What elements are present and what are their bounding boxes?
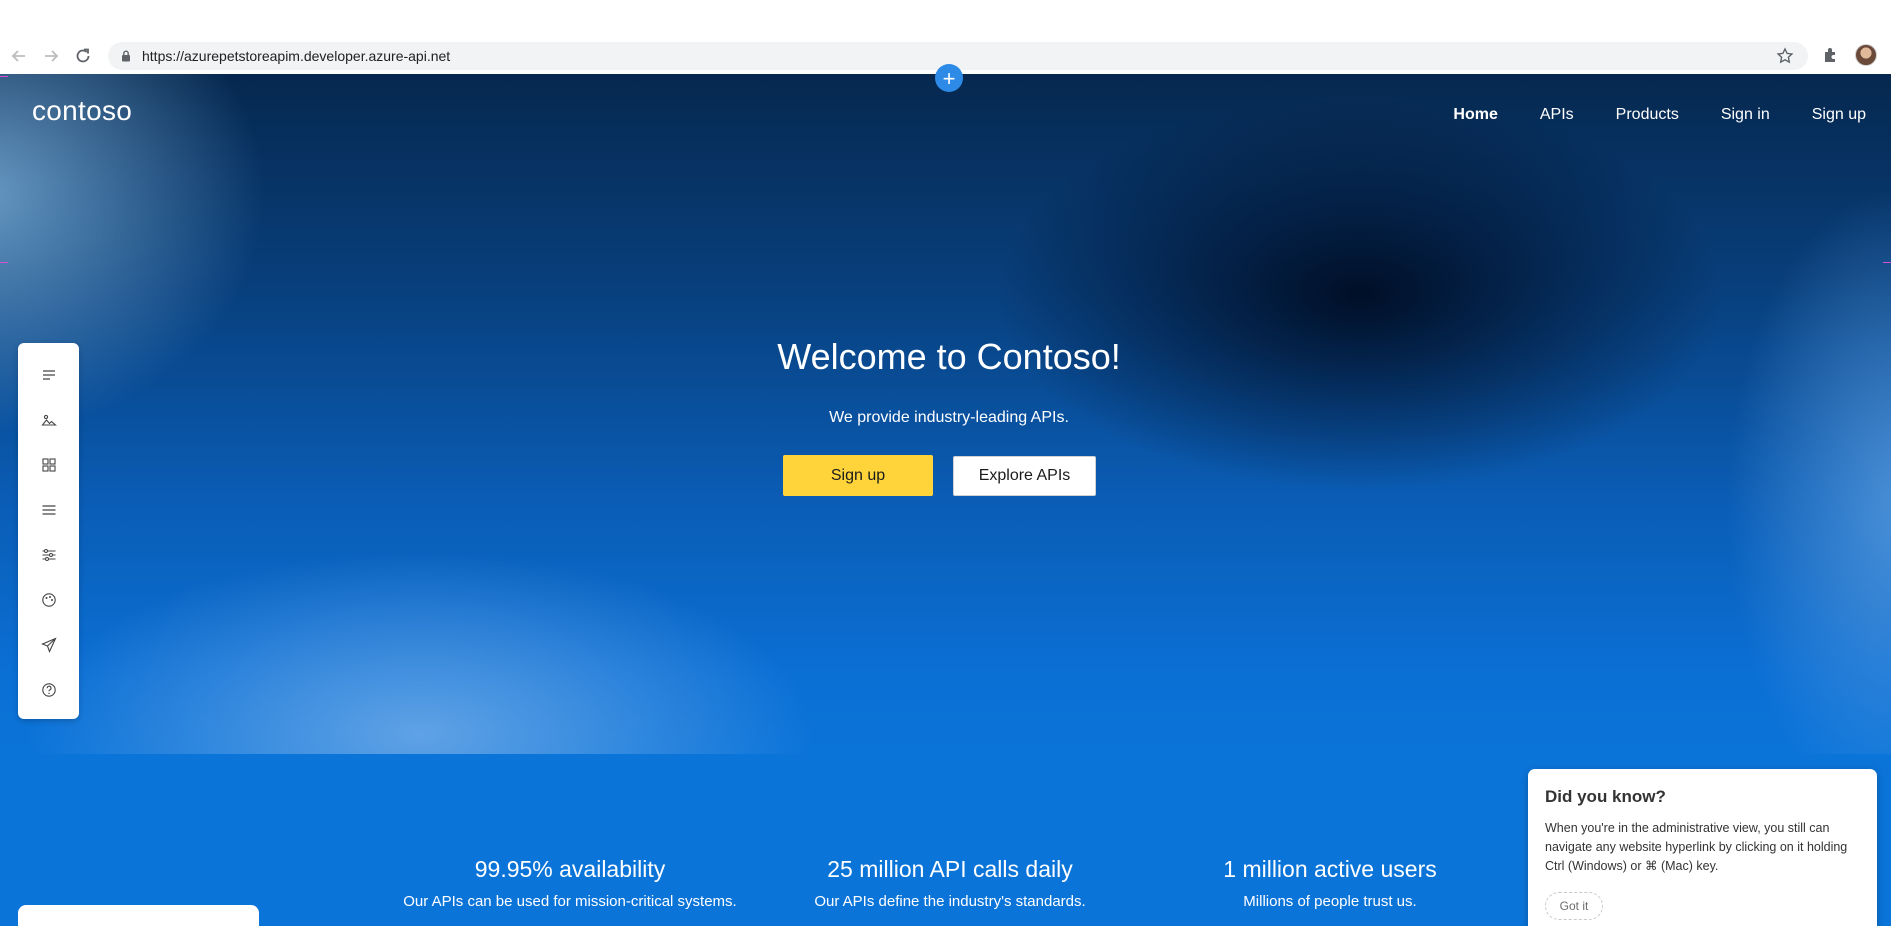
avatar[interactable]	[1855, 44, 1877, 66]
stat-api-calls: 25 million API calls daily Our APIs defi…	[740, 856, 1160, 910]
navigation-button[interactable]	[18, 490, 79, 530]
settings-icon	[42, 549, 55, 561]
stat-active-users: 1 million active users Millions of peopl…	[1120, 856, 1540, 910]
media-button[interactable]	[18, 400, 79, 440]
editor-toolbar	[18, 343, 79, 719]
stat-description: Millions of people trust us.	[1243, 893, 1417, 910]
help-button[interactable]	[18, 670, 79, 710]
section-boundary-marker	[0, 262, 8, 263]
reload-button[interactable]	[73, 46, 93, 66]
url-text[interactable]: https://azurepetstoreapim.developer.azur…	[142, 48, 450, 64]
publish-button[interactable]	[18, 625, 79, 665]
main-nav: Home APIs Products Sign in Sign up	[1411, 106, 1866, 124]
section-boundary-marker	[1883, 262, 1891, 263]
got-it-button[interactable]: Got it	[1545, 892, 1603, 920]
arrow-left-icon	[11, 50, 25, 62]
tip-body: When you're in the administrative view, …	[1545, 821, 1848, 873]
arrow-right-icon	[45, 50, 59, 62]
sign-up-button[interactable]: Sign up	[783, 455, 933, 496]
extensions-icon[interactable]	[1822, 46, 1840, 64]
lock-icon	[122, 50, 130, 62]
did-you-know-card: Did you know? When you're in the adminis…	[1528, 769, 1877, 926]
settings-button[interactable]	[18, 535, 79, 575]
site-logo[interactable]: contoso	[32, 95, 132, 127]
hero-title: Welcome to Contoso!	[777, 336, 1121, 377]
nav-link-sign-in[interactable]: Sign in	[1679, 106, 1770, 124]
stat-title: 1 million active users	[1223, 856, 1437, 882]
hero-subtitle: We provide industry-leading APIs.	[829, 409, 1069, 426]
layouts-button[interactable]	[18, 445, 79, 485]
back-button[interactable]	[9, 46, 29, 66]
plus-icon: +	[942, 66, 956, 91]
styles-button[interactable]	[18, 580, 79, 620]
section-boundary-marker	[0, 76, 8, 77]
nav-link-home[interactable]: Home	[1411, 106, 1497, 124]
publish-icon	[40, 637, 57, 653]
nav-link-products[interactable]: Products	[1574, 106, 1679, 124]
browser-toolbar: https://azurepetstoreapim.developer.azur…	[0, 0, 1891, 74]
media-icon	[40, 414, 57, 426]
forward-button[interactable]	[41, 46, 61, 66]
navigation-icon	[42, 505, 55, 515]
bottom-left-panel	[18, 905, 259, 926]
stat-title: 99.95% availability	[474, 856, 666, 882]
pages-icon	[42, 370, 55, 380]
stat-description: Our APIs can be used for mission-critica…	[403, 893, 737, 910]
styles-icon	[41, 593, 56, 607]
nav-link-sign-up[interactable]: Sign up	[1770, 106, 1866, 124]
layouts-icon	[41, 458, 56, 472]
stat-title: 25 million API calls daily	[827, 856, 1073, 882]
stat-description: Our APIs define the industry's standards…	[814, 893, 1086, 910]
reload-icon	[76, 48, 90, 63]
nav-link-apis[interactable]: APIs	[1498, 106, 1574, 124]
add-section-button[interactable]: +	[935, 64, 963, 92]
bookmark-star-icon[interactable]	[1776, 47, 1794, 65]
stat-availability: 99.95% availability Our APIs can be used…	[360, 856, 780, 910]
help-icon	[41, 683, 56, 697]
address-bar[interactable]: https://azurepetstoreapim.developer.azur…	[108, 42, 1808, 70]
explore-apis-button[interactable]: Explore APIs	[953, 456, 1096, 496]
pages-button[interactable]	[18, 355, 79, 395]
tip-title: Did you know?	[1545, 787, 1666, 806]
